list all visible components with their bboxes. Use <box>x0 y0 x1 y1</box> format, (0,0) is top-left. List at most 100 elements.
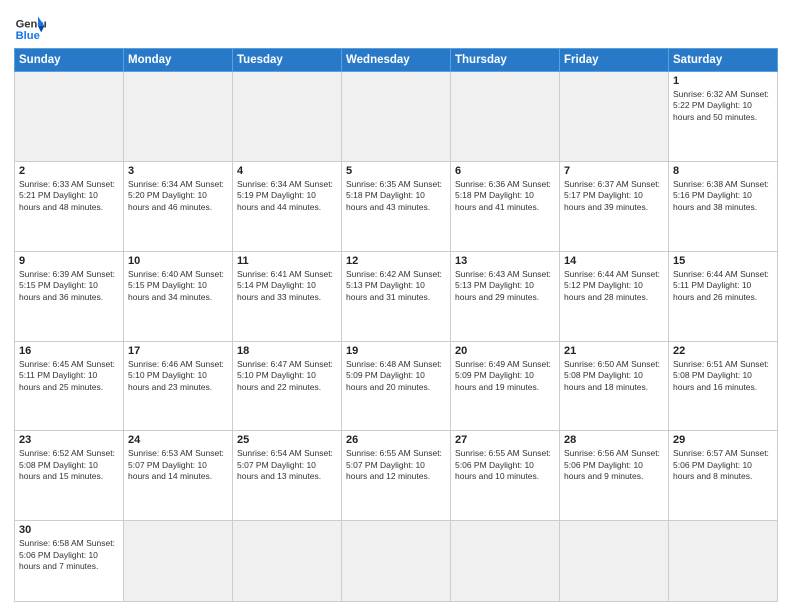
day-cell-16: 16 Sunrise: 6:45 AM Sunset: 5:11 PM Dayli… <box>15 341 124 431</box>
day-info: Sunrise: 6:56 AM Sunset: 5:06 PM Dayligh… <box>564 448 664 482</box>
col-header-wednesday: Wednesday <box>342 49 451 72</box>
col-header-sunday: Sunday <box>15 49 124 72</box>
day-cell-19: 19 Sunrise: 6:48 AM Sunset: 5:09 PM Dayli… <box>342 341 451 431</box>
day-cell-8: 8 Sunrise: 6:38 AM Sunset: 5:16 PM Daylig… <box>669 161 778 251</box>
day-cell-3: 3 Sunrise: 6:34 AM Sunset: 5:20 PM Daylig… <box>124 161 233 251</box>
day-info: Sunrise: 6:46 AM Sunset: 5:10 PM Dayligh… <box>128 359 228 393</box>
svg-text:Blue: Blue <box>16 30 40 42</box>
day-cell-11: 11 Sunrise: 6:41 AM Sunset: 5:14 PM Dayli… <box>233 251 342 341</box>
day-info: Sunrise: 6:36 AM Sunset: 5:18 PM Dayligh… <box>455 179 555 213</box>
day-number: 9 <box>19 255 119 267</box>
day-cell-25: 25 Sunrise: 6:54 AM Sunset: 5:07 PM Dayli… <box>233 431 342 521</box>
day-number: 3 <box>128 165 228 177</box>
col-header-tuesday: Tuesday <box>233 49 342 72</box>
col-header-thursday: Thursday <box>451 49 560 72</box>
col-header-monday: Monday <box>124 49 233 72</box>
day-number: 14 <box>564 255 664 267</box>
day-info: Sunrise: 6:39 AM Sunset: 5:15 PM Dayligh… <box>19 269 119 303</box>
day-info: Sunrise: 6:48 AM Sunset: 5:09 PM Dayligh… <box>346 359 446 393</box>
day-cell-22: 22Sunrise: 6:51 AM Sunset: 5:08 PM Dayli… <box>669 341 778 431</box>
day-cell-20: 20 Sunrise: 6:49 AM Sunset: 5:09 PM Dayli… <box>451 341 560 431</box>
day-info: Sunrise: 6:50 AM Sunset: 5:08 PM Dayligh… <box>564 359 664 393</box>
day-info: Sunrise: 6:55 AM Sunset: 5:06 PM Dayligh… <box>455 448 555 482</box>
day-number: 20 <box>455 345 555 357</box>
day-cell-23: 23 Sunrise: 6:52 AM Sunset: 5:08 PM Dayli… <box>15 431 124 521</box>
empty-cell <box>124 521 233 602</box>
day-cell-14: 14 Sunrise: 6:44 AM Sunset: 5:12 PM Dayli… <box>560 251 669 341</box>
day-cell-9: 9 Sunrise: 6:39 AM Sunset: 5:15 PM Daylig… <box>15 251 124 341</box>
day-number: 19 <box>346 345 446 357</box>
day-number: 29 <box>673 434 773 446</box>
day-info: Sunrise: 6:34 AM Sunset: 5:19 PM Dayligh… <box>237 179 337 213</box>
day-number: 15 <box>673 255 773 267</box>
day-number: 18 <box>237 345 337 357</box>
logo-icon: General Blue <box>14 10 46 42</box>
empty-cell <box>451 521 560 602</box>
empty-cell <box>15 72 124 162</box>
day-number: 1 <box>673 75 773 87</box>
day-number: 25 <box>237 434 337 446</box>
day-info: Sunrise: 6:32 AM Sunset: 5:22 PM Dayligh… <box>673 89 773 123</box>
day-info: Sunrise: 6:52 AM Sunset: 5:08 PM Dayligh… <box>19 448 119 482</box>
day-cell-29: 29 Sunrise: 6:57 AM Sunset: 5:06 PM Dayli… <box>669 431 778 521</box>
day-cell-10: 10Sunrise: 6:40 AM Sunset: 5:15 PM Dayli… <box>124 251 233 341</box>
day-number: 27 <box>455 434 555 446</box>
empty-cell <box>560 72 669 162</box>
day-info: Sunrise: 6:35 AM Sunset: 5:18 PM Dayligh… <box>346 179 446 213</box>
day-info: Sunrise: 6:49 AM Sunset: 5:09 PM Dayligh… <box>455 359 555 393</box>
day-number: 17 <box>128 345 228 357</box>
day-number: 2 <box>19 165 119 177</box>
day-info: Sunrise: 6:34 AM Sunset: 5:20 PM Dayligh… <box>128 179 228 213</box>
day-number: 23 <box>19 434 119 446</box>
day-info: Sunrise: 6:40 AM Sunset: 5:15 PM Dayligh… <box>128 269 228 303</box>
day-number: 13 <box>455 255 555 267</box>
day-info: Sunrise: 6:57 AM Sunset: 5:06 PM Dayligh… <box>673 448 773 482</box>
col-header-friday: Friday <box>560 49 669 72</box>
day-cell-17: 17 Sunrise: 6:46 AM Sunset: 5:10 PM Dayli… <box>124 341 233 431</box>
empty-cell <box>451 72 560 162</box>
header: General Blue <box>14 10 778 42</box>
day-info: Sunrise: 6:47 AM Sunset: 5:10 PM Dayligh… <box>237 359 337 393</box>
day-cell-28: 28 Sunrise: 6:56 AM Sunset: 5:06 PM Dayli… <box>560 431 669 521</box>
day-number: 12 <box>346 255 446 267</box>
empty-cell <box>342 521 451 602</box>
day-number: 26 <box>346 434 446 446</box>
day-number: 6 <box>455 165 555 177</box>
day-info: Sunrise: 6:42 AM Sunset: 5:13 PM Dayligh… <box>346 269 446 303</box>
day-info: Sunrise: 6:41 AM Sunset: 5:14 PM Dayligh… <box>237 269 337 303</box>
day-cell-15: 15 Sunrise: 6:44 AM Sunset: 5:11 PM Dayli… <box>669 251 778 341</box>
day-number: 8 <box>673 165 773 177</box>
day-number: 7 <box>564 165 664 177</box>
day-cell-1: 1 Sunrise: 6:32 AM Sunset: 5:22 PM Daylig… <box>669 72 778 162</box>
day-info: Sunrise: 6:55 AM Sunset: 5:07 PM Dayligh… <box>346 448 446 482</box>
day-cell-21: 21 Sunrise: 6:50 AM Sunset: 5:08 PM Dayli… <box>560 341 669 431</box>
day-number: 21 <box>564 345 664 357</box>
day-info: Sunrise: 6:33 AM Sunset: 5:21 PM Dayligh… <box>19 179 119 213</box>
empty-cell <box>342 72 451 162</box>
day-info: Sunrise: 6:37 AM Sunset: 5:17 PM Dayligh… <box>564 179 664 213</box>
day-number: 11 <box>237 255 337 267</box>
day-number: 5 <box>346 165 446 177</box>
day-cell-24: 24Sunrise: 6:53 AM Sunset: 5:07 PM Dayli… <box>124 431 233 521</box>
day-number: 4 <box>237 165 337 177</box>
empty-cell <box>233 72 342 162</box>
empty-cell <box>124 72 233 162</box>
day-info: Sunrise: 6:44 AM Sunset: 5:12 PM Dayligh… <box>564 269 664 303</box>
day-cell-30: 30Sunrise: 6:58 AM Sunset: 5:06 PM Dayli… <box>15 521 124 602</box>
empty-cell <box>669 521 778 602</box>
day-cell-18: 18 Sunrise: 6:47 AM Sunset: 5:10 PM Dayli… <box>233 341 342 431</box>
day-info: Sunrise: 6:38 AM Sunset: 5:16 PM Dayligh… <box>673 179 773 213</box>
logo: General Blue <box>14 10 46 42</box>
day-info: Sunrise: 6:44 AM Sunset: 5:11 PM Dayligh… <box>673 269 773 303</box>
day-number: 28 <box>564 434 664 446</box>
day-info: Sunrise: 6:54 AM Sunset: 5:07 PM Dayligh… <box>237 448 337 482</box>
calendar-table: SundayMondayTuesdayWednesdayThursdayFrid… <box>14 48 778 602</box>
day-cell-4: 4 Sunrise: 6:34 AM Sunset: 5:19 PM Daylig… <box>233 161 342 251</box>
day-cell-12: 12 Sunrise: 6:42 AM Sunset: 5:13 PM Dayli… <box>342 251 451 341</box>
day-cell-6: 6 Sunrise: 6:36 AM Sunset: 5:18 PM Daylig… <box>451 161 560 251</box>
day-number: 16 <box>19 345 119 357</box>
day-info: Sunrise: 6:45 AM Sunset: 5:11 PM Dayligh… <box>19 359 119 393</box>
day-info: Sunrise: 6:43 AM Sunset: 5:13 PM Dayligh… <box>455 269 555 303</box>
day-number: 30 <box>19 524 119 536</box>
day-cell-5: 5 Sunrise: 6:35 AM Sunset: 5:18 PM Daylig… <box>342 161 451 251</box>
